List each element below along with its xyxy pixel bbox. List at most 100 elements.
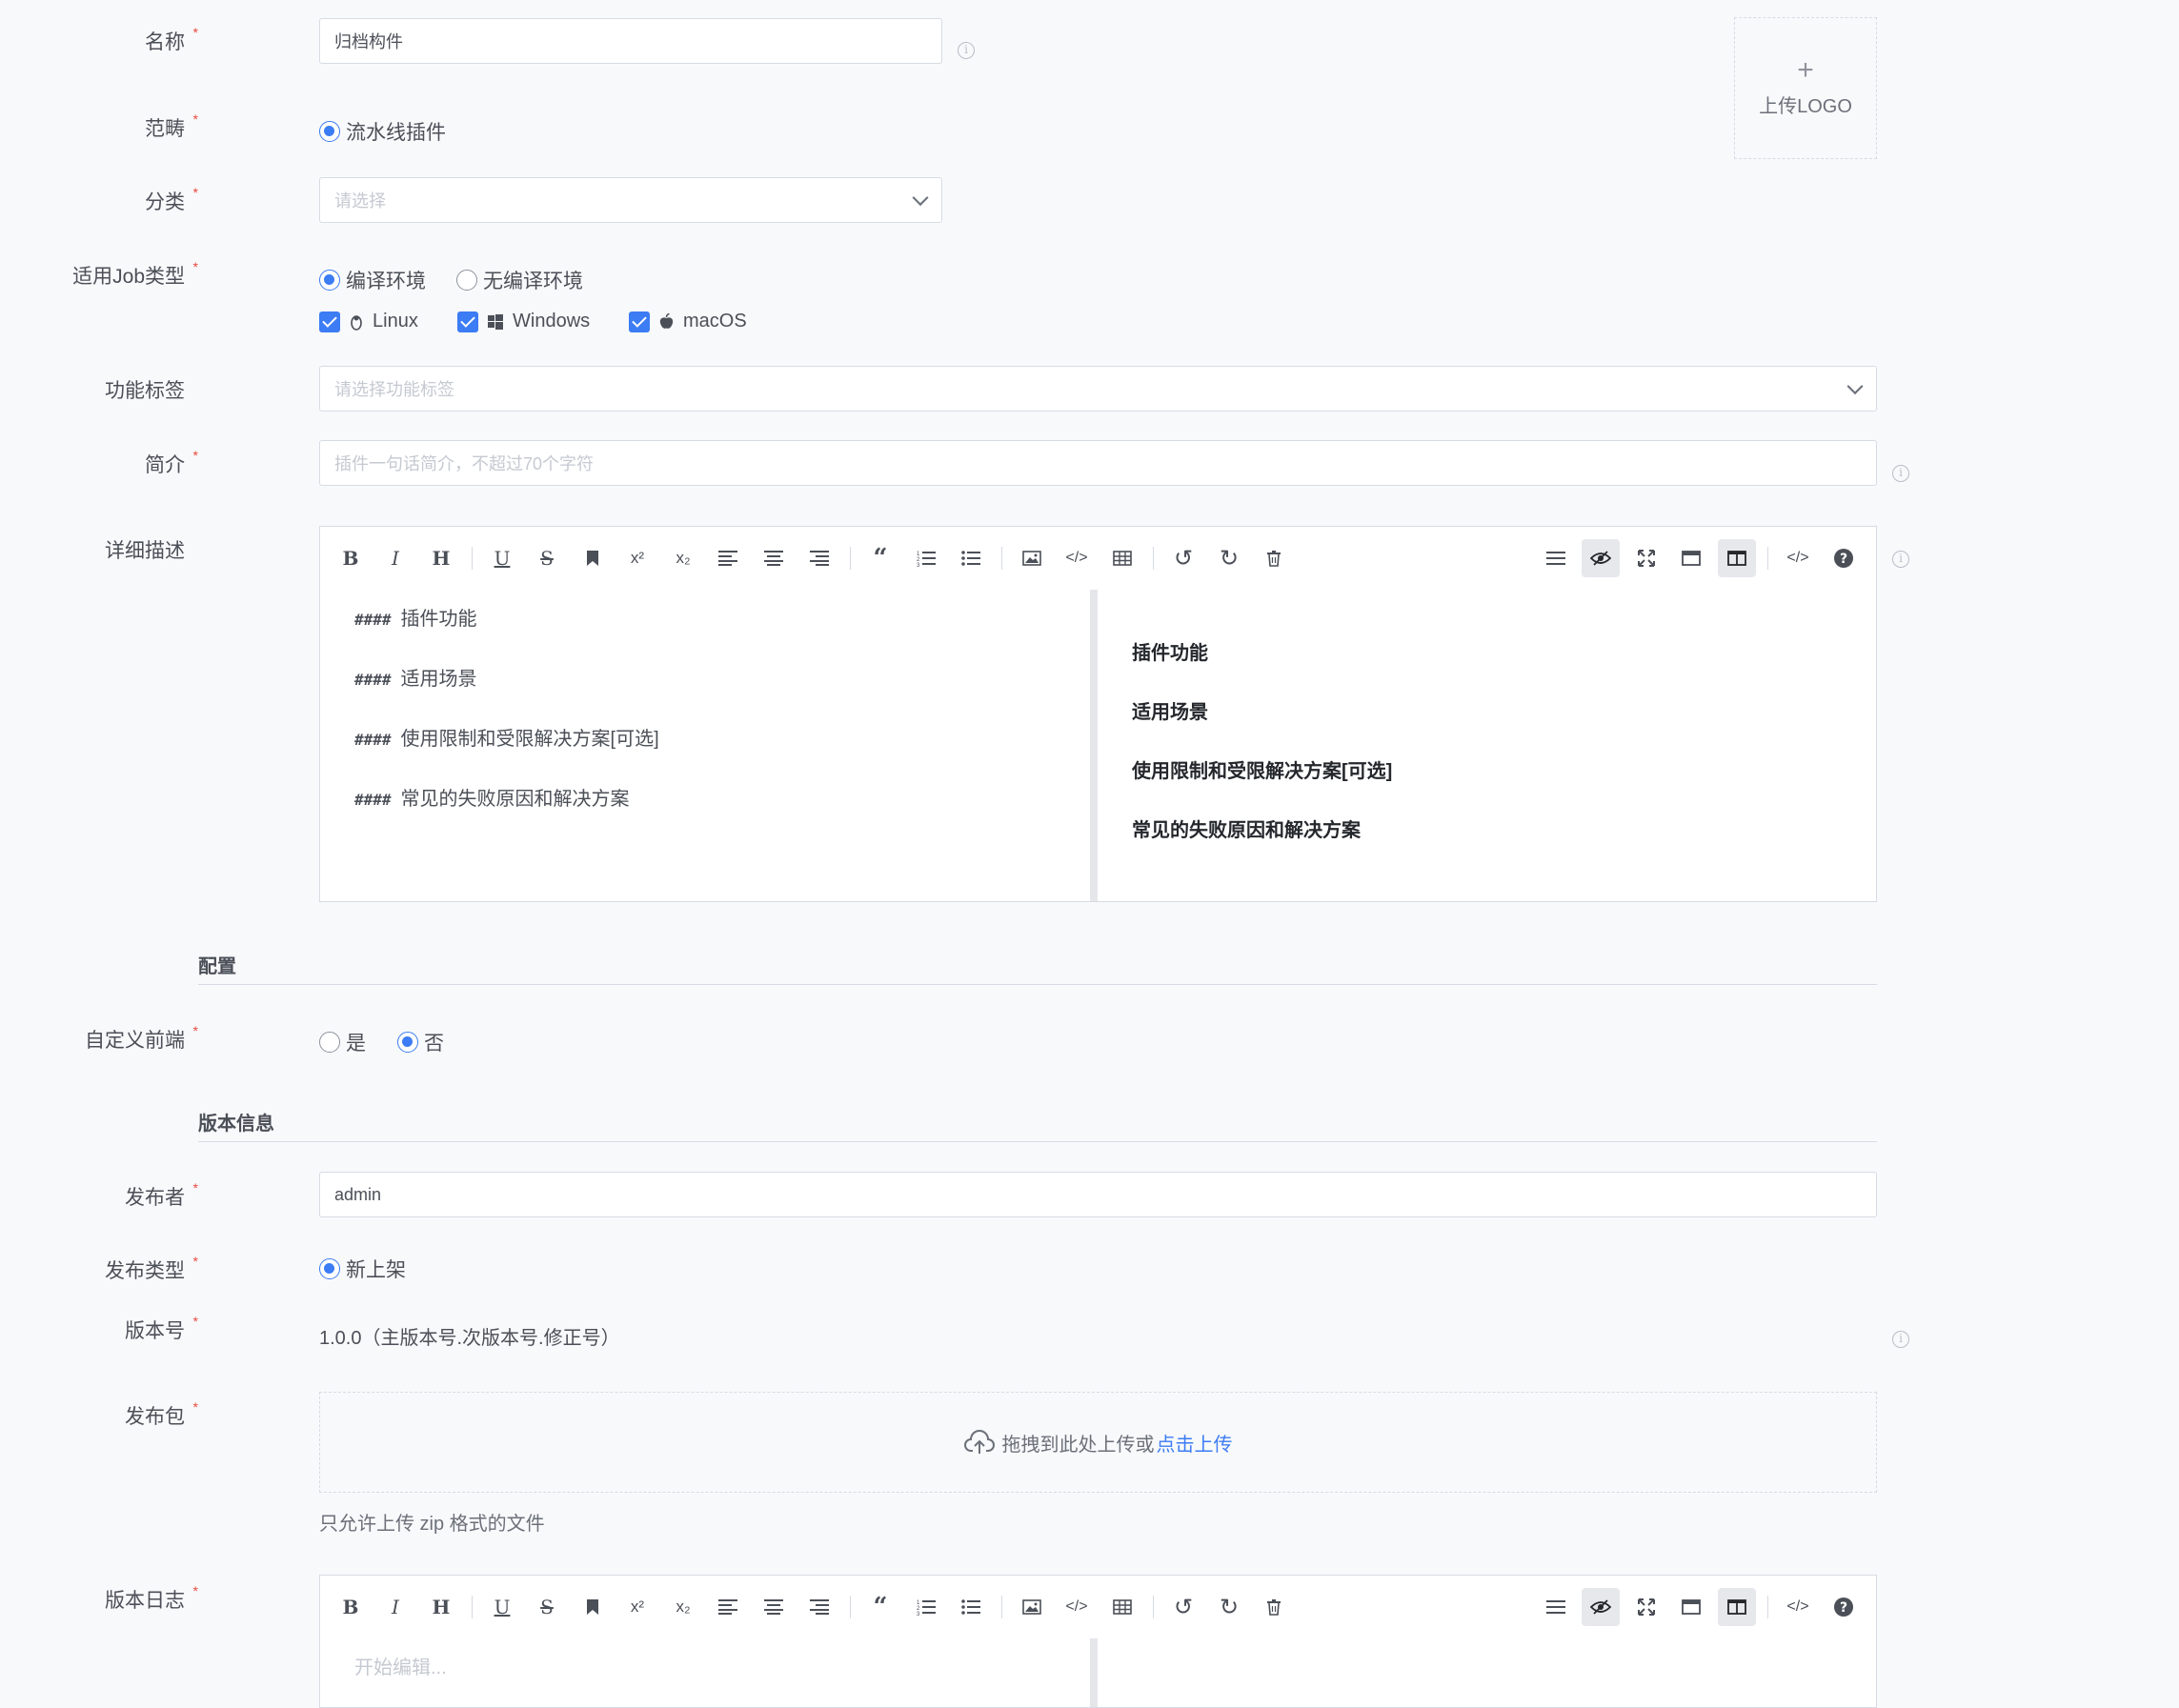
pane-divider[interactable] (1090, 1638, 1098, 1707)
redo-icon[interactable]: ↻ (1210, 1588, 1248, 1626)
window-icon[interactable] (1672, 539, 1710, 577)
preview-heading: 使用限制和受限解决方案[可选] (1132, 761, 1393, 782)
image-icon[interactable] (1013, 1588, 1051, 1626)
trash-icon[interactable] (1255, 539, 1293, 577)
table-icon[interactable] (1103, 1588, 1141, 1626)
unordered-list-icon[interactable] (952, 1588, 990, 1626)
pane-divider[interactable] (1090, 590, 1098, 901)
help-icon[interactable]: ? (1825, 539, 1863, 577)
summary-input[interactable]: 插件一句话简介，不超过70个字符 (319, 440, 1877, 486)
align-right-icon[interactable] (800, 1588, 838, 1626)
subscript-icon[interactable]: x₂ (664, 1588, 702, 1626)
ordered-list-icon[interactable]: 123 (907, 539, 945, 577)
italic-icon[interactable]: I (376, 539, 414, 577)
markdown-line: #### 插件功能 (354, 609, 477, 630)
click-upload-link[interactable]: 点击上传 (1157, 1429, 1233, 1457)
section-divider (198, 1141, 1877, 1142)
tags-select[interactable]: 请选择功能标签 (319, 366, 1877, 412)
window-icon[interactable] (1672, 1588, 1710, 1626)
description-editor[interactable]: B I H U S x² x₂ “ 123 </> ↺ ↻ </> ? ####… (319, 526, 1877, 902)
fullscreen-icon[interactable] (1627, 1588, 1665, 1626)
code-icon[interactable]: </> (1058, 539, 1096, 577)
strikethrough-icon[interactable]: S (528, 1588, 566, 1626)
logo-upload[interactable]: + 上传LOGO (1734, 17, 1877, 159)
navigation-icon[interactable] (1537, 539, 1575, 577)
job-type-nocompile-radio[interactable]: 无编译环境 (456, 266, 583, 294)
checkbox-checked-icon (629, 311, 650, 332)
scope-radio[interactable]: 流水线插件 (319, 117, 446, 146)
publisher-input[interactable]: admin (319, 1172, 1877, 1217)
changelog-editor[interactable]: B I H U S x² x₂ “ 123 </> ↺ ↻ </> ? 开始编辑… (319, 1575, 1877, 1708)
preview-pane (1098, 1638, 1876, 1707)
undo-icon[interactable]: ↺ (1164, 1588, 1202, 1626)
editor-placeholder: 开始编辑... (354, 1658, 447, 1678)
radio-checked-icon (319, 1258, 340, 1279)
editor-toolbar: B I H U S x² x₂ “ 123 </> ↺ ↻ </> ? (320, 1576, 1876, 1638)
split-icon[interactable] (1718, 1588, 1756, 1626)
os-windows-checkbox[interactable]: Windows (457, 311, 590, 332)
redo-icon[interactable]: ↻ (1210, 539, 1248, 577)
subscript-icon[interactable]: x₂ (664, 539, 702, 577)
quote-icon[interactable]: “ (861, 1588, 899, 1626)
os-linux-checkbox[interactable]: Linux (319, 311, 418, 332)
trash-icon[interactable] (1255, 1588, 1293, 1626)
align-right-icon[interactable] (800, 539, 838, 577)
heading-icon[interactable]: H (422, 1588, 460, 1626)
version-info-icon[interactable]: i (1892, 1331, 1909, 1348)
align-left-icon[interactable] (709, 1588, 747, 1626)
superscript-icon[interactable]: x² (618, 539, 656, 577)
markdown-pane[interactable]: #### 插件功能 #### 适用场景 #### 使用限制和受限解决方案[可选] ##… (320, 590, 1090, 901)
preview-icon[interactable] (1582, 1588, 1620, 1626)
image-icon[interactable] (1013, 539, 1051, 577)
name-input[interactable]: 归档构件 (319, 18, 942, 64)
heading-icon[interactable]: H (422, 539, 460, 577)
help-icon[interactable]: ? (1825, 1588, 1863, 1626)
bold-icon[interactable]: B (332, 539, 370, 577)
custom-frontend-no-radio[interactable]: 否 (397, 1028, 444, 1056)
windows-icon (488, 313, 503, 330)
package-dropzone[interactable]: 拖拽到此处上传或 点击上传 (319, 1392, 1877, 1493)
category-select[interactable]: 请选择 (319, 177, 942, 223)
custom-frontend-yes-radio[interactable]: 是 (319, 1028, 366, 1056)
html-icon[interactable]: </> (1779, 1588, 1817, 1626)
name-label: 名称 * (145, 25, 198, 53)
superscript-icon[interactable]: x² (618, 1588, 656, 1626)
bookmark-icon[interactable] (574, 1588, 612, 1626)
bold-icon[interactable]: B (332, 1588, 370, 1626)
split-icon[interactable] (1718, 539, 1756, 577)
os-macos-checkbox[interactable]: macOS (629, 311, 747, 332)
preview-icon[interactable] (1582, 539, 1620, 577)
markdown-pane[interactable]: 开始编辑... (320, 1638, 1090, 1707)
code-icon[interactable]: </> (1058, 1588, 1096, 1626)
quote-icon[interactable]: “ (861, 539, 899, 577)
name-info-icon[interactable]: i (958, 42, 975, 59)
release-type-radio[interactable]: 新上架 (319, 1255, 406, 1283)
underline-icon[interactable]: U (483, 1588, 521, 1626)
italic-icon[interactable]: I (376, 1588, 414, 1626)
unordered-list-icon[interactable] (952, 539, 990, 577)
markdown-line: #### 适用场景 (354, 669, 477, 690)
navigation-icon[interactable] (1537, 1588, 1575, 1626)
custom-frontend-label: 自定义前端 * (85, 1023, 198, 1052)
radio-checked-icon (319, 121, 340, 142)
underline-icon[interactable]: U (483, 539, 521, 577)
ordered-list-icon[interactable]: 123 (907, 1588, 945, 1626)
align-left-icon[interactable] (709, 539, 747, 577)
summary-info-icon[interactable]: i (1892, 465, 1909, 482)
tags-label: 功能标签 (105, 380, 185, 402)
package-hint: 只允许上传 zip 格式的文件 (319, 1514, 545, 1535)
release-type-label: 发布类型 * (105, 1254, 198, 1282)
align-center-icon[interactable] (755, 1588, 793, 1626)
align-center-icon[interactable] (755, 539, 793, 577)
editor-toolbar: B I H U S x² x₂ “ 123 </> ↺ ↻ </> ? (320, 527, 1876, 590)
strikethrough-icon[interactable]: S (528, 539, 566, 577)
table-icon[interactable] (1103, 539, 1141, 577)
job-type-compile-radio[interactable]: 编译环境 (319, 266, 426, 294)
description-info-icon[interactable]: i (1892, 551, 1909, 568)
html-icon[interactable]: </> (1779, 539, 1817, 577)
dropzone-text: 拖拽到此处上传或 (1001, 1434, 1155, 1456)
undo-icon[interactable]: ↺ (1164, 539, 1202, 577)
fullscreen-icon[interactable] (1627, 539, 1665, 577)
preview-heading: 常见的失败原因和解决方案 (1132, 820, 1361, 841)
bookmark-icon[interactable] (574, 539, 612, 577)
